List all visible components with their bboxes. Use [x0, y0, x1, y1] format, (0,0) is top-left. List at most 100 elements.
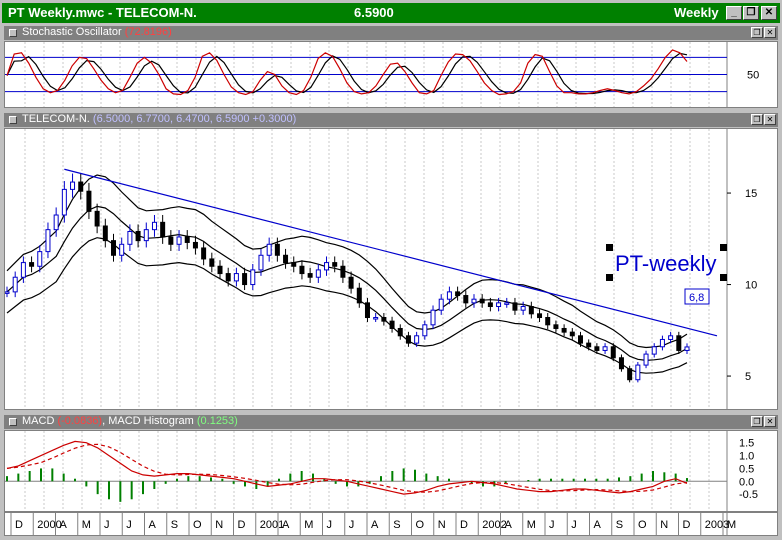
price-candle	[659, 338, 665, 348]
price-candle	[602, 346, 608, 351]
price-candle	[643, 353, 649, 366]
date-tick-label: D	[683, 519, 691, 531]
price-candle	[618, 357, 624, 370]
price-candle	[102, 225, 108, 242]
price-pane: PT-weekly 6,8 15 10 5	[4, 128, 778, 410]
macd-label: MACD	[22, 415, 55, 427]
date-tick-label: J	[549, 519, 555, 531]
price-candle	[569, 331, 575, 337]
title-bar[interactable]: PT Weekly.mwc - TELECOM-N. 6.5900 Weekly…	[2, 3, 780, 23]
pane-close-icon[interactable]: ✕	[764, 27, 776, 38]
macd-hist-value: (0.1253)	[196, 415, 238, 427]
price-candle	[258, 254, 264, 271]
date-axis-labels: D 2000A M J J A S O N D 2001A M J J A S O N D 2002A M J J A S O N D…	[10, 513, 736, 535]
price-candle	[274, 243, 280, 256]
date-tick-label: S	[171, 519, 178, 531]
price-candle	[430, 309, 436, 326]
price-candle	[520, 306, 526, 311]
price-candle	[610, 346, 616, 359]
price-candle	[4, 291, 10, 294]
price-candle	[381, 316, 387, 322]
date-tick-label: O	[193, 519, 202, 531]
date-tick-label: 2000	[37, 519, 61, 531]
price-candle	[127, 230, 133, 245]
date-tick-label: 2002	[482, 519, 506, 531]
date-tick-label: J	[327, 519, 333, 531]
price-candle	[70, 181, 76, 190]
macd-chart: 1.51.00.50.0-0.5	[5, 431, 758, 511]
pane-close-icon[interactable]: ✕	[764, 114, 776, 125]
macd-tick: 0.5	[739, 463, 754, 475]
price-candle	[545, 316, 551, 326]
price-candle	[94, 210, 100, 227]
pane-close-icon[interactable]: ✕	[764, 416, 776, 427]
price-candle	[283, 254, 289, 264]
middle-band	[6, 205, 688, 362]
stochastic-pane: 50	[4, 41, 778, 108]
price-candle	[684, 346, 690, 351]
price-candle	[340, 265, 346, 278]
price-candle	[373, 316, 379, 320]
date-tick-label: A	[60, 519, 68, 531]
selection-handle	[606, 274, 613, 281]
price-label: TELECOM-N.	[22, 113, 90, 125]
price-candle	[512, 302, 518, 311]
macd-tick: 1.5	[739, 438, 754, 450]
selection-handle	[606, 244, 613, 251]
price-candle	[143, 229, 149, 242]
price-candle	[668, 335, 674, 340]
price-candle	[29, 262, 35, 267]
price-candle	[20, 262, 26, 278]
date-tick-label: 2003	[705, 519, 729, 531]
price-candle	[184, 236, 190, 243]
stochastic-tick: 50	[747, 70, 759, 82]
price-candle	[348, 276, 354, 289]
date-tick-label: A	[505, 519, 513, 531]
price-candle	[86, 190, 92, 212]
date-tick-label: N	[438, 519, 446, 531]
date-tick-label: M	[304, 519, 313, 531]
price-candle	[61, 188, 67, 216]
lower-band	[6, 237, 688, 374]
macd-tick: 1.0	[739, 451, 754, 463]
pane-restore-icon[interactable]: ❐	[751, 27, 763, 38]
price-candle	[405, 335, 411, 344]
price-candle	[537, 313, 543, 318]
date-tick-label: N	[215, 519, 223, 531]
price-candle	[332, 262, 338, 267]
date-tick-label: D	[15, 519, 23, 531]
pane-menu-icon[interactable]	[9, 418, 17, 426]
price-candle	[192, 241, 198, 249]
price-candle	[242, 273, 248, 286]
minimize-button[interactable]: _	[726, 6, 742, 20]
price-pane-header[interactable]: TELECOM-N. (6.5000, 6.7700, 6.4700, 6.59…	[4, 113, 778, 127]
close-button[interactable]: ✕	[761, 6, 777, 20]
price-values: (6.5000, 6.7700, 6.4700, 6.5900 +0.3000)	[92, 113, 297, 125]
price-candle	[12, 276, 18, 293]
last-price: 6.5900	[354, 5, 394, 20]
price-candle	[299, 265, 305, 275]
stochastic-pane-header[interactable]: Stochastic Oscillator (72.8196) ❐ ✕	[4, 26, 778, 40]
date-tick-label: M	[727, 519, 736, 531]
price-candle	[627, 368, 633, 381]
period-label: Weekly	[674, 5, 719, 20]
pane-restore-icon[interactable]: ❐	[751, 416, 763, 427]
macd-tick: -0.5	[739, 489, 758, 501]
price-candle	[176, 236, 182, 245]
date-tick-label: M	[527, 519, 536, 531]
price-candle	[135, 230, 141, 242]
price-candle	[45, 229, 51, 253]
stochastic-label: Stochastic Oscillator	[22, 26, 122, 38]
price-candle	[635, 364, 641, 381]
date-tick-label: O	[638, 519, 647, 531]
price-candle	[553, 324, 559, 329]
price-candle	[676, 335, 682, 351]
price-candle	[487, 302, 493, 308]
price-candle	[266, 243, 272, 256]
pane-menu-icon[interactable]	[9, 116, 17, 124]
macd-pane-header[interactable]: MACD (-0.0836), MACD Histogram (0.1253) …	[4, 415, 778, 429]
pane-restore-icon[interactable]: ❐	[751, 114, 763, 125]
pane-menu-icon[interactable]	[9, 29, 17, 37]
selection-handle	[720, 274, 727, 281]
restore-button[interactable]: ❐	[743, 6, 759, 20]
